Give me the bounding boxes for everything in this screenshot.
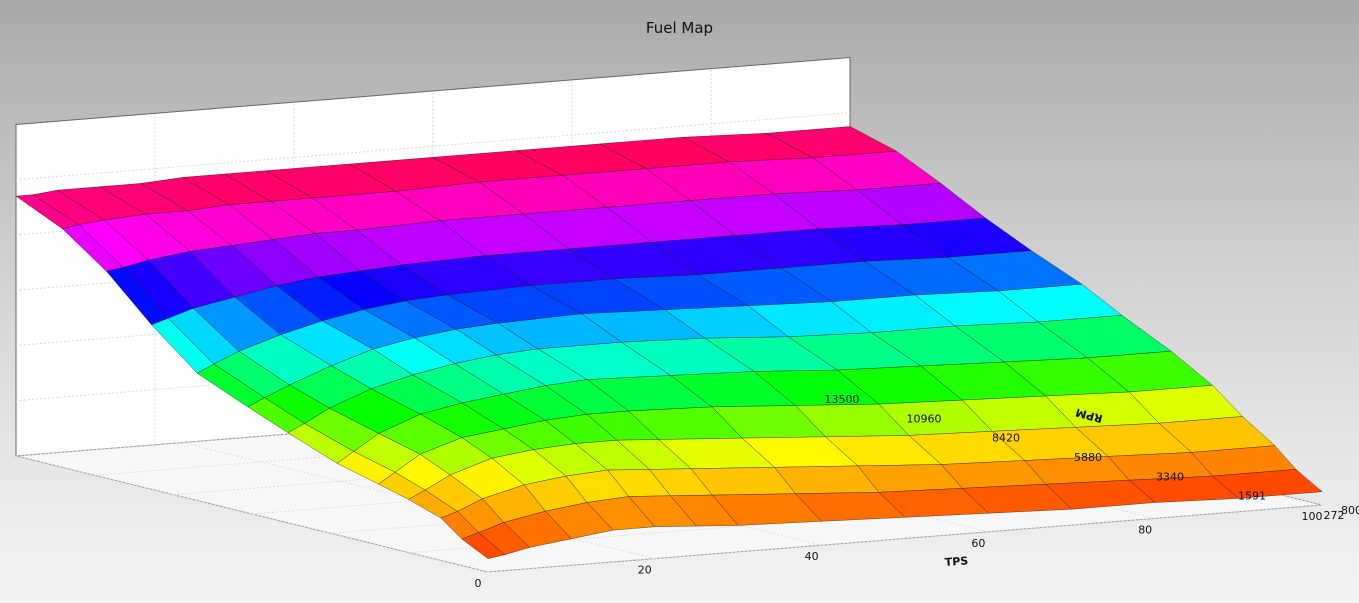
x-tick-label: 0 (475, 577, 482, 590)
y-tick-label: 13500 (825, 393, 860, 406)
y-tick-label: 5880 (1074, 451, 1102, 464)
x-tick-label: 80 (1138, 523, 1152, 536)
y-tick-label: 8420 (992, 432, 1020, 445)
y-tick-label: 10960 (907, 412, 942, 425)
z-tick-label: 800 (1341, 504, 1359, 517)
x-tick-label: 40 (805, 550, 819, 563)
fuel-map-chart: Fuel Map 0 20 40 60 80 100 272 1591 3340 5880 8420… (0, 0, 1359, 603)
surface-plot: 020406080100 2721591334058808420109601350… (15, 56, 1359, 590)
x-tick-label: 20 (638, 564, 652, 577)
y-tick-label: 1591 (1238, 490, 1266, 503)
y-tick-label: 3340 (1156, 470, 1184, 483)
x-axis-title: TPS (944, 554, 968, 569)
x-tick-label: 60 (971, 537, 985, 550)
x-tick-label: 100 (1302, 510, 1323, 523)
